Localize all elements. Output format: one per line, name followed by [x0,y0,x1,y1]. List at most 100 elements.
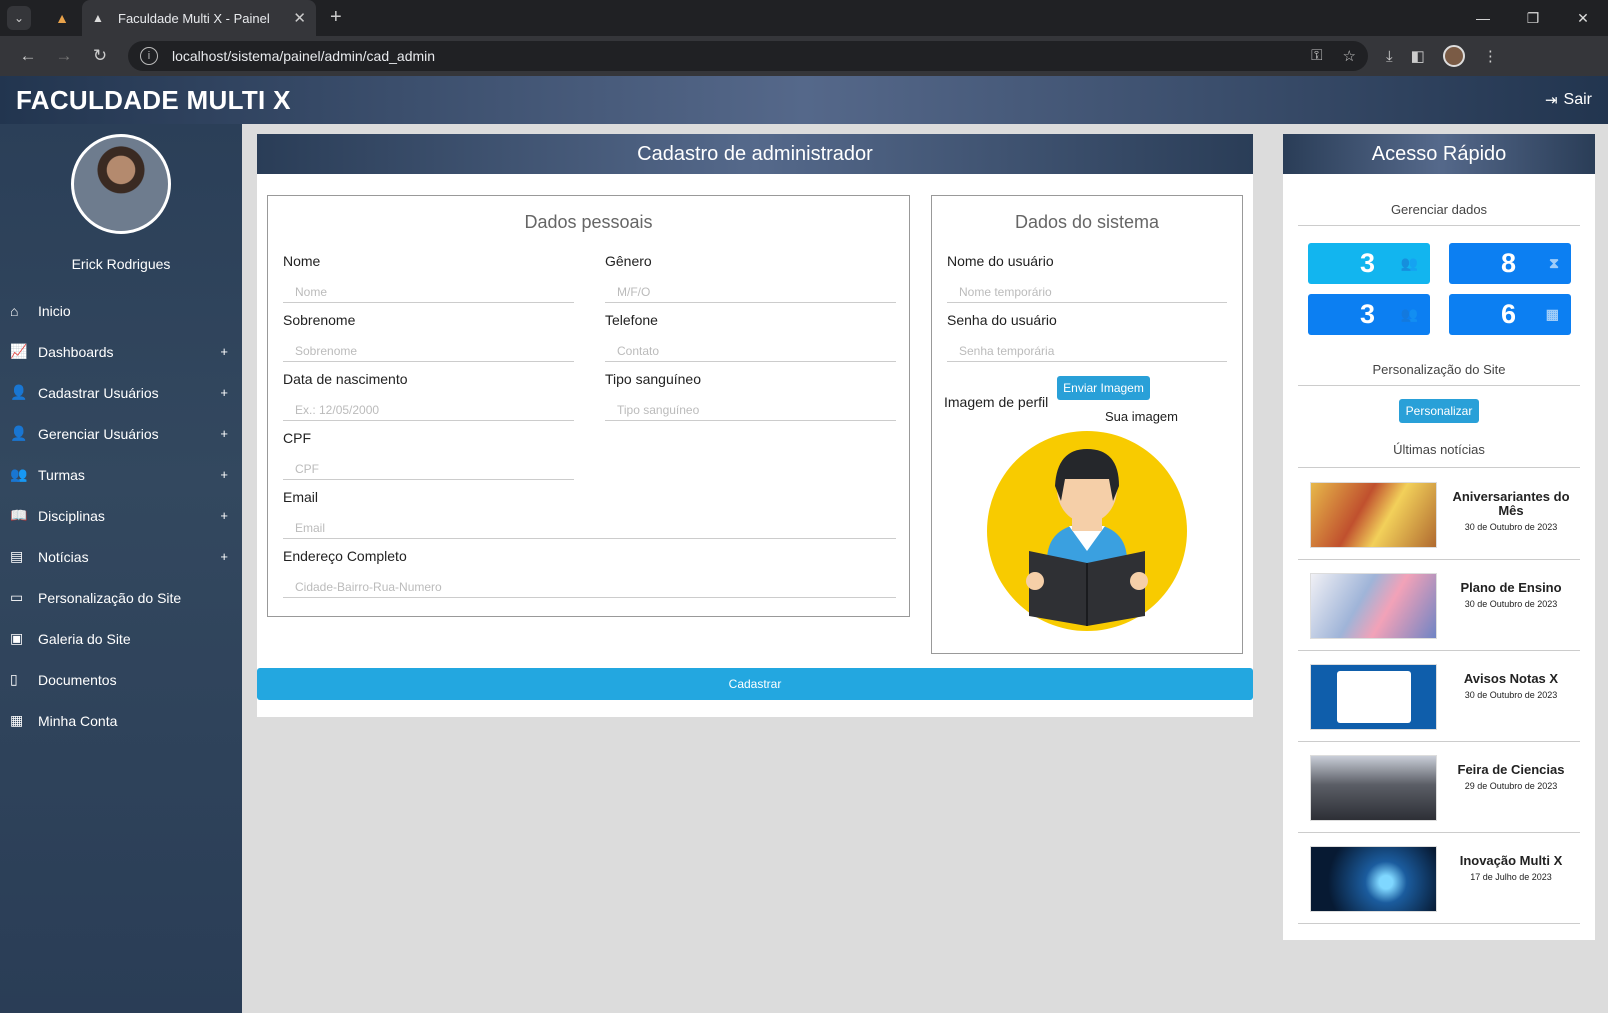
sidebar-item-label: Disciplinas [38,507,105,524]
site-info-icon[interactable]: i [140,47,158,65]
close-window-button[interactable]: ✕ [1558,0,1608,36]
news-title-text: Plano de Ensino 30 de Outubro de 2023 [1446,581,1576,611]
sidebar-item-disciplinas[interactable]: 📖 Disciplinas + [0,495,242,536]
expand-plus-icon[interactable]: + [220,344,228,359]
download-icon[interactable]: ⤓ [1386,48,1393,65]
sidebar-item-personalizacao[interactable]: ▭ Personalização do Site [0,577,242,618]
genero-label: Gênero [605,253,652,269]
sidebar-item-noticias[interactable]: ▤ Notícias + [0,536,242,577]
sidebar-item-label: Minha Conta [38,712,118,729]
senha-input[interactable]: Senha temporária [947,332,1227,362]
email-input[interactable]: Email [283,509,896,539]
logout-button[interactable]: ⇥ Sair [1545,91,1592,109]
expand-plus-icon[interactable]: + [220,426,228,441]
id-card-icon: ▦ [10,712,24,728]
newspaper-icon: ▤ [10,548,24,564]
maximize-button[interactable]: ❐ [1508,0,1558,36]
news-title: Últimas notícias [1298,442,1580,468]
minimize-button[interactable]: — [1458,0,1508,36]
news-item[interactable]: Aniversariantes do Mês 30 de Outubro de 2… [1298,470,1580,560]
cpf-label: CPF [283,430,311,446]
sidebar-item-label: Documentos [38,671,117,688]
usuario-field: Nome do usuário Nome temporário [947,253,1227,303]
side-panel-icon[interactable]: ◧ [1411,47,1425,65]
sobrenome-field: Sobrenome Sobrenome [283,312,574,362]
hourglass-icon: ⧗ [1549,255,1559,271]
stat-tile[interactable]: 6 ▦ [1449,294,1571,335]
sidebar-item-galeria[interactable]: ▣ Galeria do Site [0,618,242,659]
bookmark-star-icon[interactable]: ☆ [1343,47,1356,65]
logout-label: Sair [1563,91,1592,108]
cpf-input[interactable]: CPF [283,450,574,480]
personalizar-button[interactable]: Personalizar [1399,399,1479,423]
nome-field: Nome Nome [283,253,574,303]
endereco-input[interactable]: Cidade-Bairro-Rua-Numero [283,568,896,598]
address-bar: ← → ↻ i localhost/sistema/painel/admin/c… [0,36,1608,76]
sidebar-item-dashboards[interactable]: 📈 Dashboards + [0,331,242,372]
news-item[interactable]: Avisos Notas X 30 de Outubro de 2023 [1298,652,1580,742]
expand-plus-icon[interactable]: + [220,549,228,564]
stat-tile[interactable]: 3 👥 [1308,243,1430,284]
key-icon[interactable]: ⚿ [1311,47,1322,65]
url-text: localhost/sistema/painel/admin/cad_admin [172,48,436,64]
sobrenome-input[interactable]: Sobrenome [283,332,574,362]
tab-bar: ⌄ ▲ ▲ Faculdade Multi X - Painel ✕ + — ❐… [0,0,1608,36]
stat-tile[interactable]: 3 👥 [1308,294,1430,335]
sidebar-item-documentos[interactable]: ▯ Documentos [0,659,242,700]
news-date: 17 de Julho de 2023 [1470,872,1552,882]
active-tab[interactable]: ▲ Faculdade Multi X - Painel ✕ [82,0,316,36]
sidebar-menu: ⌂ Inicio 📈 Dashboards + 👤 Cadastrar Usuários… [0,290,242,741]
expand-plus-icon[interactable]: + [220,385,228,400]
back-button[interactable]: ← [10,46,46,66]
customize-title: Personalização do Site [1298,362,1580,386]
genero-field: Gênero M/F/O [605,253,896,303]
news-item[interactable]: Plano de Ensino 30 de Outubro de 2023 [1298,561,1580,651]
usuario-input[interactable]: Nome temporário [947,273,1227,303]
usuario-label: Nome do usuário [947,253,1054,269]
sidebar-item-label: Notícias [38,548,89,565]
news-title-text: Aniversariantes do Mês 30 de Outubro de 2… [1446,490,1576,534]
news-date: 30 de Outubro de 2023 [1464,690,1558,700]
sidebar-item-label: Inicio [38,302,71,319]
news-thumbnail [1310,755,1437,821]
sidebar-item-label: Galeria do Site [38,630,131,647]
stat-tile[interactable]: 8 ⧗ [1449,243,1571,284]
tab-favicon-icon: ▲ [92,11,104,25]
telefone-input[interactable]: Contato [605,332,896,362]
news-title-text: Avisos Notas X 30 de Outubro de 2023 [1446,672,1576,702]
tab-close-icon[interactable]: ✕ [293,9,306,27]
forward-button[interactable]: → [46,46,82,66]
upload-image-button[interactable]: Enviar Imagem [1057,376,1150,400]
new-tab-button[interactable]: + [330,6,342,29]
quick-access-title: Acesso Rápido [1283,134,1595,174]
genero-input[interactable]: M/F/O [605,273,896,303]
reload-button[interactable]: ↻ [82,46,118,66]
nome-input[interactable]: Nome [283,273,574,303]
nascimento-input[interactable]: Ex.: 12/05/2000 [283,391,574,421]
news-item[interactable]: Feira de Ciencias 29 de Outubro de 2023 [1298,743,1580,833]
sangue-input[interactable]: Tipo sanguíneo [605,391,896,421]
sidebar-item-turmas[interactable]: 👥 Turmas + [0,454,242,495]
book-icon: 📖 [10,507,28,523]
email-field: Email Email [283,489,896,539]
sidebar-item-cadastrar-usuarios[interactable]: 👤 Cadastrar Usuários + [0,372,242,413]
cadastrar-button[interactable]: Cadastrar [257,668,1253,700]
tab-search-button[interactable]: ⌄ [7,6,31,30]
menu-dots-icon[interactable]: ⋮ [1483,47,1498,65]
home-icon: ⌂ [10,302,19,319]
panel-title: Cadastro de administrador [257,134,1253,174]
expand-plus-icon[interactable]: + [220,467,228,482]
your-image-label: Sua imagem [1105,409,1178,424]
url-field[interactable]: i localhost/sistema/painel/admin/cad_adm… [128,41,1368,71]
sidebar-item-inicio[interactable]: ⌂ Inicio [0,290,242,331]
laptop-icon: ▭ [10,589,24,605]
expand-plus-icon[interactable]: + [220,508,228,523]
personal-data-title: Dados pessoais [524,212,653,232]
pinned-tab-icon[interactable]: ▲ [53,9,71,27]
profile-avatar[interactable] [1442,45,1465,67]
sidebar-item-minha-conta[interactable]: ▦ Minha Conta [0,700,242,741]
system-data-box: Dados do sistema Nome do usuário Nome te… [931,195,1243,654]
news-item[interactable]: Inovação Multi X 17 de Julho de 2023 [1298,834,1580,924]
sidebar-item-gerenciar-usuarios[interactable]: 👤 Gerenciar Usuários + [0,413,242,454]
browser-chrome: ⌄ ▲ ▲ Faculdade Multi X - Painel ✕ + — ❐… [0,0,1608,76]
